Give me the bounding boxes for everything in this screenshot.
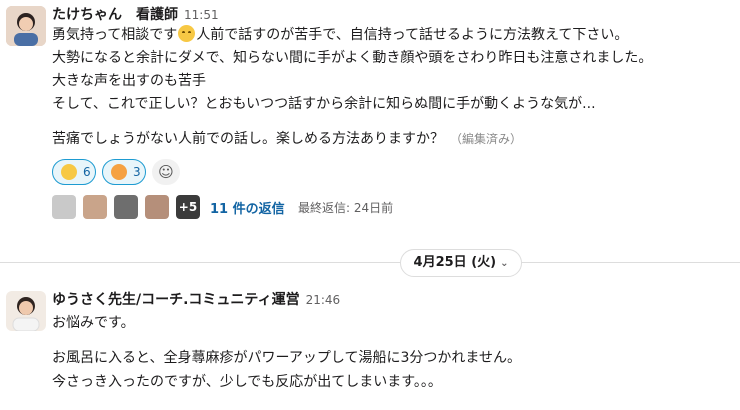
message-line-3: 大きな声を出すのも苦手: [52, 73, 206, 89]
add-emoji-icon: ☺: [158, 163, 174, 181]
message-line-1: お悩みです。: [52, 315, 135, 331]
edited-label: （編集済み）: [450, 132, 523, 146]
reply-avatar: [145, 195, 169, 219]
grinning-sweat-emoji-icon: [178, 25, 196, 42]
sender-name[interactable]: ゆうさく先生/コーチ.コミュニティ運営 21:46: [52, 289, 340, 309]
timestamp[interactable]: 11:51: [184, 8, 219, 22]
sender-label: ゆうさく先生/コーチ.コミュニティ運営: [52, 292, 300, 308]
reaction-count: 6: [83, 165, 91, 179]
message-line-3: 今さっき入ったのですが、少しでも反応が出てしまいます。。。: [52, 374, 442, 390]
reaction-grinning[interactable]: 6: [52, 159, 96, 185]
avatar[interactable]: [6, 6, 46, 46]
reaction-hearts[interactable]: 3: [102, 159, 146, 185]
thread-summary[interactable]: +5 11 件の返信 最終返信: 24日前: [52, 195, 512, 221]
add-reaction-button[interactable]: ☺: [152, 159, 180, 185]
date-divider-line: [0, 262, 740, 263]
line5-text: 苦痛でしょうがない人前での話し。楽しめる方法ありますか？: [52, 131, 444, 147]
reply-avatar: [114, 195, 138, 219]
replies-link[interactable]: 11 件の返信: [210, 198, 285, 217]
grinning-face-emoji-icon: [61, 164, 77, 180]
message-line-1: 勇気持って相談です 人前で話すのが苦手で、自信持って話せるように方法教えて下さい。: [52, 25, 628, 45]
message-line-4: そして、これで正しい？とおもいつつ話すから余計に知らぬ間に手が動くような気が..…: [52, 96, 596, 112]
sender-label: たけちゃん 看護師: [52, 7, 178, 23]
last-reply-time: 最終返信: 24日前: [298, 201, 394, 215]
reaction-count: 3: [133, 165, 141, 179]
avatar[interactable]: [6, 291, 46, 331]
message-yusaku: ゆうさく先生/コーチ.コミュニティ運営 21:46 お悩みです。 お風呂に入ると、…: [0, 285, 740, 410]
timestamp[interactable]: 21:46: [306, 293, 341, 307]
smiling-hearts-emoji-icon: [111, 164, 127, 180]
more-repliers-count: +5: [176, 195, 200, 219]
line1-pre-text: 勇気持って相談です: [52, 27, 178, 43]
message-takechan: たけちゃん 看護師 11:51 勇気持って相談です 人前で話すのが苦手で、自信持って…: [0, 0, 740, 235]
line1-post-text: 人前で話すのが苦手で、自信持って話せるように方法教えて下さい。: [196, 27, 629, 43]
sender-name[interactable]: たけちゃん 看護師 11:51: [52, 4, 219, 24]
reply-avatar: [52, 195, 76, 219]
message-line-2: 大勢になると余計にダメで、知らない間に手がよく動き顔や頭をさわり昨日も注意されま…: [52, 50, 653, 66]
chevron-down-icon: ⌄: [500, 258, 509, 269]
date-label: 4月25日 (火): [413, 255, 497, 270]
message-line-2: お風呂に入ると、全身蕁麻疹がパワーアップして湯船に3分つかれません。: [52, 350, 521, 366]
reply-avatar: [83, 195, 107, 219]
message-line-5: 苦痛でしょうがない人前での話し。楽しめる方法ありますか？ （編集済み）: [52, 129, 522, 149]
date-divider-button[interactable]: 4月25日 (火) ⌄: [400, 249, 522, 277]
